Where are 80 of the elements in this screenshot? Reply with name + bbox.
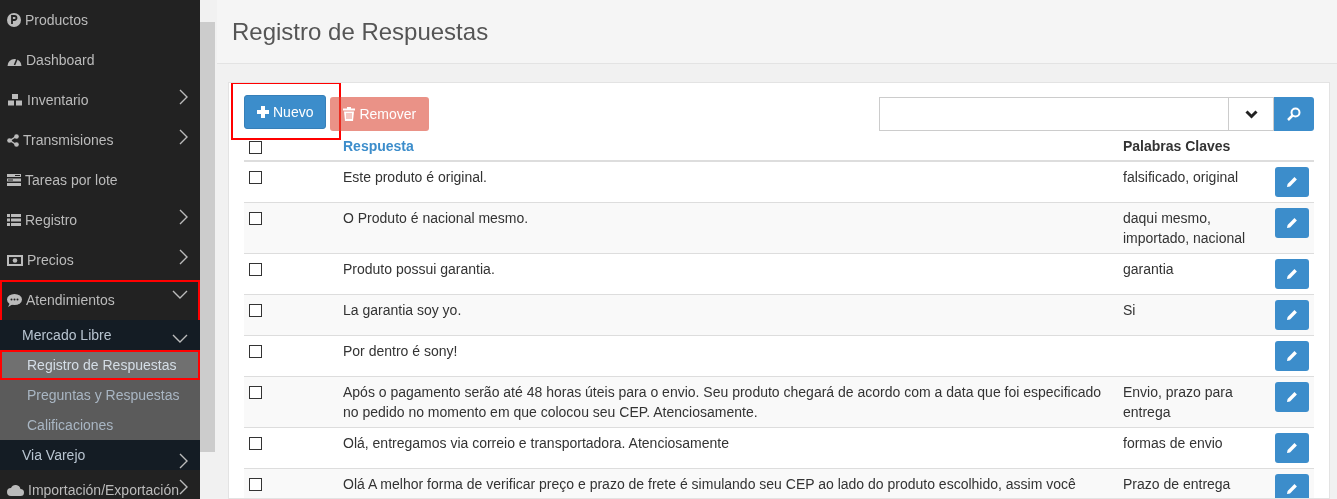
sidebar-item[interactable]: Inventario (0, 80, 200, 120)
edit-button[interactable] (1275, 300, 1309, 330)
checkbox[interactable] (249, 437, 262, 450)
checkbox[interactable] (249, 141, 262, 154)
chevron-right-icon (178, 209, 188, 225)
dropdown-button[interactable] (1229, 97, 1274, 131)
table-cell: Prazo de entrega (1123, 476, 1231, 492)
table-cell: Após o pagamento serão até 48 horas úteis para o envio. Seu produto chegará de acordo com a data que foi especificado no pedido no momento em que colocou seu CEP. Atenciosamente. (343, 384, 1102, 420)
chevron-down-icon (172, 289, 188, 299)
pencil-icon (1286, 391, 1298, 403)
p-circle-icon (7, 13, 21, 27)
pencil-icon (1286, 309, 1298, 321)
pencil-icon (1286, 176, 1298, 188)
chevron-down-icon (172, 333, 188, 343)
tasks-icon (7, 174, 21, 186)
submenu-item[interactable]: Mercado Libre (0, 320, 200, 350)
pencil-icon (1286, 442, 1298, 454)
edit-button[interactable] (1275, 208, 1309, 238)
trash-icon (343, 107, 356, 121)
table-cell: Olá A melhor forma de verificar preço e prazo de frete é simulando seu CEP ao lado do produto escolhido, assim você (343, 476, 1076, 492)
sidebar-item[interactable]: Productos (0, 0, 200, 40)
chevron-right-icon (178, 89, 188, 105)
sidebar-item[interactable]: Atendimientos (0, 280, 200, 320)
column-header[interactable]: Respuesta (343, 138, 414, 154)
table-cell: Produto possui garantia. (343, 261, 495, 277)
edit-button[interactable] (1275, 433, 1309, 463)
search-button[interactable] (1274, 97, 1314, 131)
list-icon (7, 214, 21, 226)
checkbox[interactable] (249, 478, 262, 491)
checkbox[interactable] (249, 212, 262, 225)
edit-button[interactable] (1275, 341, 1309, 371)
table-cell: daqui mesmo, importado, nacional (1123, 210, 1246, 246)
table-cell: Si (1123, 302, 1136, 318)
table-cell: formas de envio (1123, 435, 1223, 451)
pencil-icon (1286, 483, 1298, 495)
chat-icon (7, 293, 22, 307)
table-cell: Por dentro é sony! (343, 343, 458, 359)
edit-button[interactable] (1275, 382, 1309, 412)
chevron-down-icon (1244, 109, 1258, 119)
chevron-right-icon (178, 249, 188, 265)
page-title: Registro de Respuestas (232, 17, 489, 46)
edit-button[interactable] (1275, 474, 1309, 498)
checkbox[interactable] (249, 386, 262, 399)
sidebar-item[interactable]: Dashboard (0, 40, 200, 80)
checkbox[interactable] (249, 304, 262, 317)
table-cell: O Produto é nacional mesmo. (343, 210, 529, 226)
scrollbar-thumb[interactable] (200, 22, 215, 452)
pencil-icon (1286, 350, 1298, 362)
new-button[interactable]: Nuevo (244, 95, 327, 129)
search-icon (1287, 107, 1301, 121)
pencil-icon (1286, 268, 1298, 280)
sidebar-item[interactable]: Tareas por lote (0, 160, 200, 200)
submenu-item[interactable]: Via Varejo (0, 440, 200, 470)
table-cell: Envio, prazo para entrega (1123, 384, 1233, 420)
banknote-icon (7, 254, 23, 266)
cubes-icon (7, 93, 23, 107)
share-icon (7, 133, 19, 147)
chevron-right-icon (178, 479, 188, 495)
edit-button[interactable] (1275, 167, 1309, 197)
sidebar-item[interactable]: Registro (0, 200, 200, 240)
edit-button[interactable] (1275, 259, 1309, 289)
sidebar-item[interactable]: Precios (0, 240, 200, 280)
table-cell: Olá, entregamos via correio e transportadora. Atenciosamente (343, 435, 729, 451)
pencil-icon (1286, 217, 1298, 229)
search-field[interactable] (879, 97, 1229, 131)
table-cell: falsificado, original (1123, 169, 1239, 185)
table-cell: La garantia soy yo. (343, 302, 462, 318)
column-header: Palabras Claves (1123, 138, 1231, 154)
chevron-right-icon (178, 129, 188, 145)
sidebar-item[interactable]: Importación/Exportación (0, 470, 200, 499)
table-cell: garantia (1123, 261, 1174, 277)
cloud-icon (7, 484, 24, 496)
checkbox[interactable] (249, 171, 262, 184)
checkbox[interactable] (249, 345, 262, 358)
sidebar-item[interactable]: Transmisiones (0, 120, 200, 160)
chevron-right-icon (178, 453, 188, 469)
plus-icon (257, 106, 269, 118)
submenu-link[interactable]: Registro de Respuestas (0, 350, 200, 380)
table-cell: Este produto é original. (343, 169, 487, 185)
checkbox[interactable] (249, 263, 262, 276)
